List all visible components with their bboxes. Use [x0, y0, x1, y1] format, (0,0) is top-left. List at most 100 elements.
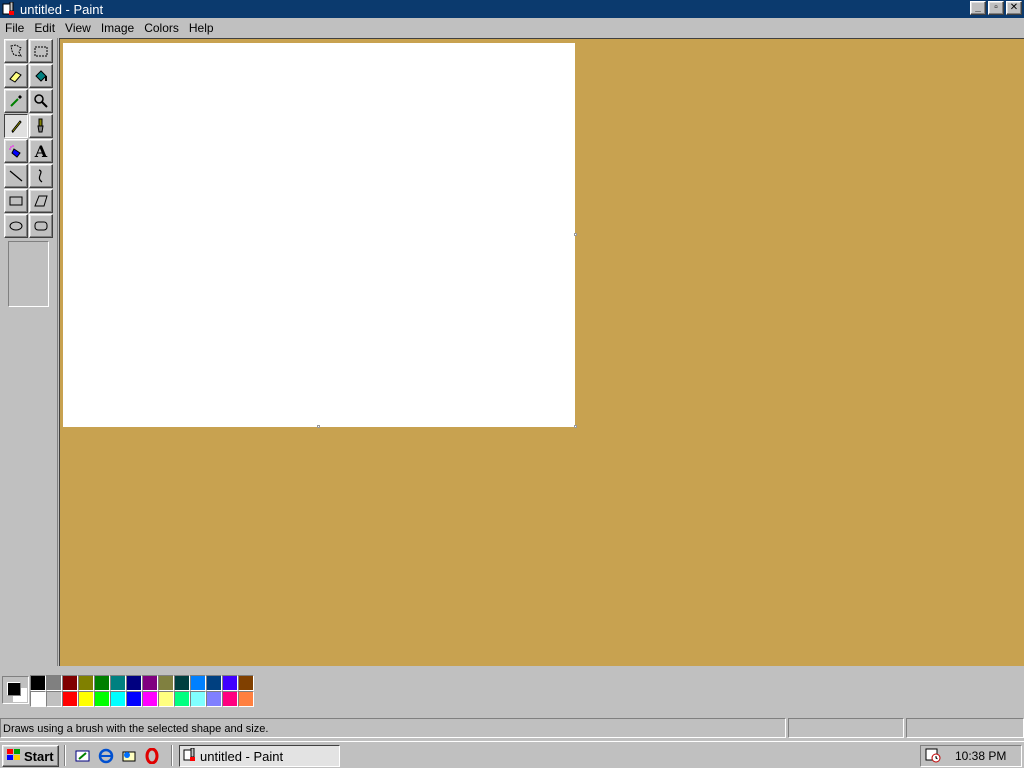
- magnifier-icon: [34, 94, 48, 108]
- outlook-express-icon[interactable]: [120, 747, 138, 765]
- eyedropper-icon: [10, 95, 22, 107]
- color-swatch[interactable]: [174, 691, 190, 707]
- tool-eraser[interactable]: [4, 64, 28, 88]
- start-button[interactable]: Start: [2, 745, 59, 767]
- resize-handle-right[interactable]: [574, 233, 577, 236]
- color-swatch[interactable]: [222, 691, 238, 707]
- eraser-icon: [9, 71, 22, 83]
- tool-free-form-select[interactable]: [4, 39, 28, 63]
- color-swatch[interactable]: [174, 675, 190, 691]
- drawing-canvas[interactable]: [63, 43, 575, 427]
- system-tray: 10:38 PM: [920, 745, 1022, 767]
- color-swatch[interactable]: [206, 675, 222, 691]
- taskbar-paint-button[interactable]: untitled - Paint: [179, 745, 340, 767]
- color-swatch[interactable]: [222, 675, 238, 691]
- minimize-button[interactable]: _: [970, 1, 986, 15]
- menu-colors[interactable]: Colors: [139, 21, 184, 35]
- window-title: untitled - Paint: [20, 1, 104, 17]
- rect-select-icon: [34, 46, 48, 57]
- ellipse-icon: [9, 221, 23, 231]
- color-swatch[interactable]: [78, 691, 94, 707]
- toolbox: A: [0, 38, 58, 666]
- color-swatch[interactable]: [30, 675, 46, 691]
- tool-ellipse[interactable]: [4, 214, 28, 238]
- color-swatch[interactable]: [238, 675, 254, 691]
- paint-bucket-icon: [35, 70, 47, 82]
- text-icon: A: [34, 141, 48, 161]
- color-swatch[interactable]: [62, 675, 78, 691]
- close-button[interactable]: ✕: [1006, 1, 1022, 15]
- resize-handle-bottom[interactable]: [317, 425, 320, 428]
- windows-logo-icon: [6, 748, 22, 765]
- paint-app-icon[interactable]: [1, 1, 17, 17]
- free-select-icon: [10, 44, 22, 57]
- scheduler-icon[interactable]: [925, 747, 941, 766]
- paint-task-icon: [183, 747, 197, 765]
- clock[interactable]: 10:38 PM: [955, 749, 1006, 763]
- line-icon: [9, 170, 23, 182]
- taskbar-paint-label: untitled - Paint: [200, 748, 284, 764]
- tool-brush[interactable]: [29, 114, 53, 138]
- color-swatch[interactable]: [142, 691, 158, 707]
- brush-icon: [37, 118, 44, 133]
- taskbar-separator-2: [171, 745, 173, 766]
- foreground-color: [7, 682, 21, 696]
- tool-rounded-rectangle[interactable]: [29, 214, 53, 238]
- color-swatch[interactable]: [126, 675, 142, 691]
- current-colors: [2, 676, 29, 704]
- color-swatch[interactable]: [142, 675, 158, 691]
- show-desktop-icon[interactable]: [74, 747, 92, 765]
- color-swatch[interactable]: [46, 675, 62, 691]
- color-swatch[interactable]: [158, 675, 174, 691]
- opera-icon[interactable]: [143, 747, 161, 765]
- rectangle-icon: [9, 196, 23, 206]
- taskbar: Start untitled - Paint 10:38 PM: [0, 741, 1024, 768]
- rounded-rect-icon: [34, 221, 48, 231]
- color-swatch[interactable]: [190, 675, 206, 691]
- menu-image[interactable]: Image: [96, 21, 139, 35]
- tool-line[interactable]: [4, 164, 28, 188]
- color-swatch[interactable]: [158, 691, 174, 707]
- menu-bar: File Edit View Image Colors Help: [0, 18, 1024, 38]
- color-swatch[interactable]: [110, 675, 126, 691]
- airbrush-icon: [9, 145, 21, 158]
- status-bar: Draws using a brush with the selected sh…: [0, 718, 1024, 740]
- color-swatch[interactable]: [126, 691, 142, 707]
- tool-polygon[interactable]: [29, 189, 53, 213]
- color-swatch[interactable]: [190, 691, 206, 707]
- tool-select[interactable]: [29, 39, 53, 63]
- tool-airbrush[interactable]: [4, 139, 28, 163]
- workspace: [59, 38, 1024, 666]
- tool-text[interactable]: A: [29, 139, 53, 163]
- taskbar-separator: [64, 745, 66, 766]
- resize-handle-corner[interactable]: [574, 425, 577, 428]
- menu-file[interactable]: File: [0, 21, 29, 35]
- color-swatch[interactable]: [206, 691, 222, 707]
- color-swatch[interactable]: [78, 675, 94, 691]
- tool-options-box[interactable]: [8, 241, 49, 307]
- menu-view[interactable]: View: [60, 21, 96, 35]
- color-swatch[interactable]: [62, 691, 78, 707]
- status-text: Draws using a brush with the selected sh…: [0, 718, 786, 738]
- tool-curve[interactable]: [29, 164, 53, 188]
- menu-edit[interactable]: Edit: [29, 21, 60, 35]
- swatch-grid: [30, 675, 254, 707]
- color-swatch[interactable]: [110, 691, 126, 707]
- color-swatch[interactable]: [30, 691, 46, 707]
- restore-button[interactable]: ▫: [988, 1, 1004, 15]
- color-swatch[interactable]: [46, 691, 62, 707]
- status-size: [906, 718, 1024, 738]
- tool-rectangle[interactable]: [4, 189, 28, 213]
- menu-help[interactable]: Help: [184, 21, 219, 35]
- color-swatch[interactable]: [94, 675, 110, 691]
- pencil-icon: [11, 120, 22, 133]
- color-swatch[interactable]: [238, 691, 254, 707]
- color-palette: [0, 668, 1024, 716]
- title-bar[interactable]: untitled - Paint _ ▫ ✕: [0, 0, 1024, 18]
- color-swatch[interactable]: [94, 691, 110, 707]
- tool-pencil[interactable]: [4, 114, 28, 138]
- internet-explorer-icon[interactable]: [97, 747, 115, 765]
- tool-pick-color[interactable]: [4, 89, 28, 113]
- tool-fill-with-color[interactable]: [29, 64, 53, 88]
- tool-magnifier[interactable]: [29, 89, 53, 113]
